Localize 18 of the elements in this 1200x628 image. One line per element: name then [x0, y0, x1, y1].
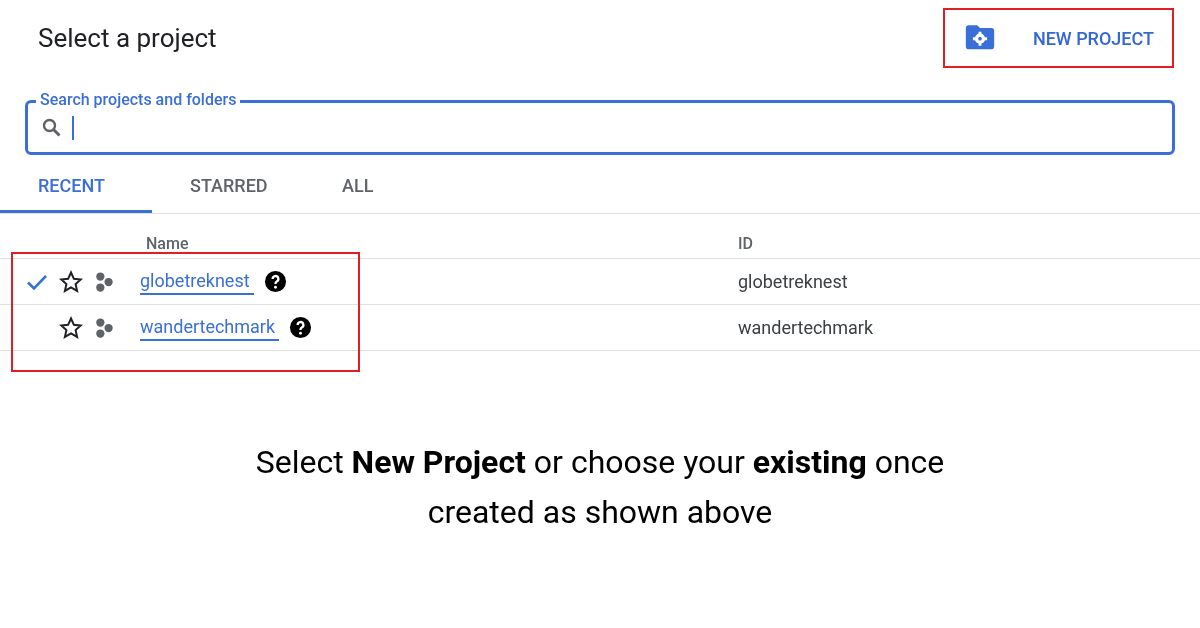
tab[interactable]: ALL — [304, 161, 456, 213]
tab[interactable]: STARRED — [152, 161, 304, 213]
project-dots-icon — [93, 270, 115, 293]
column-header: Name — [146, 233, 190, 255]
tab[interactable]: RECENT — [0, 161, 152, 213]
project-dots-icon — [93, 316, 115, 339]
help-icon — [263, 270, 287, 293]
dialog-title: Select a project — [38, 21, 217, 55]
new-project-button[interactable]: NEW PROJECT — [942, 8, 1174, 68]
column-header: ID — [738, 233, 753, 255]
star-icon[interactable] — [59, 315, 83, 340]
help-icon — [289, 316, 313, 339]
project-link[interactable]: wandertechmark — [140, 314, 280, 341]
table-cell-text: globetreknest — [738, 270, 849, 294]
project-link[interactable]: globetreknest — [140, 268, 254, 295]
caption: Select New Project or choose your existing once created as shown above — [254, 442, 946, 533]
table-cell-text: wandertechmark — [738, 316, 875, 340]
star-icon[interactable] — [59, 269, 83, 294]
